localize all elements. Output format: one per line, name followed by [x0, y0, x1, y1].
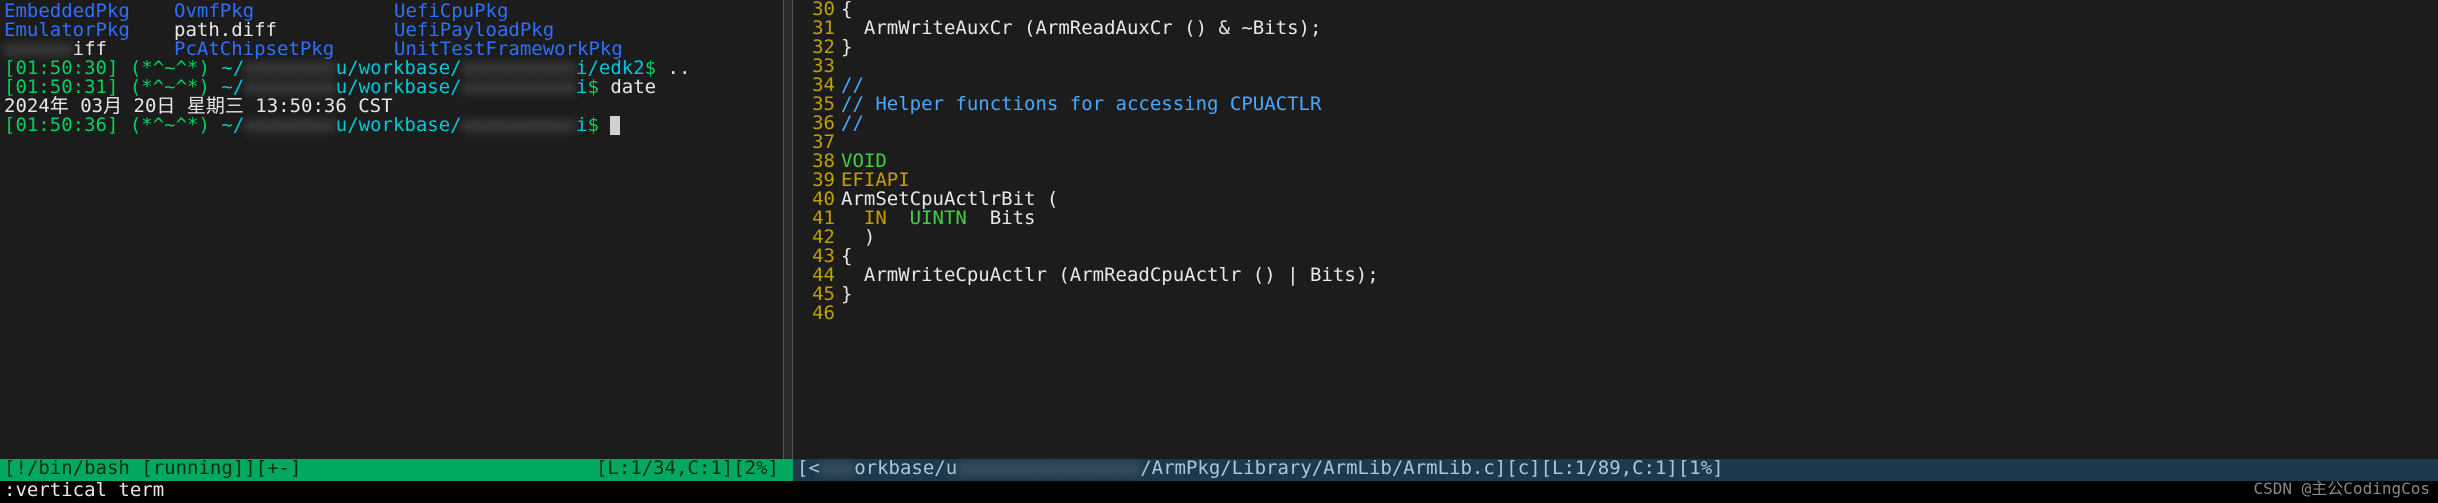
command-line[interactable]: :vertical term CSDN @主公CodingCos — [0, 481, 2438, 503]
code-line: ArmWriteAuxCr (ArmReadAuxCr () & ~Bits); — [841, 19, 2438, 38]
line-number-gutter: 30 31 32 33 34 35 36 37 38 39 40 41 42 4… — [793, 0, 841, 459]
terminal-cursor — [610, 116, 620, 135]
code-line — [841, 57, 2438, 76]
ls-row: EmulatorPkg path.diff UefiPayloadPkg — [4, 21, 779, 40]
code-line: IN UINTN Bits — [841, 209, 2438, 228]
watermark: CSDN @主公CodingCos — [2254, 481, 2438, 503]
code-line: } — [841, 285, 2438, 304]
code-line: ) — [841, 228, 2438, 247]
code-line: ArmSetCpuActlrBit ( — [841, 190, 2438, 209]
pane-divider[interactable] — [783, 0, 793, 459]
code-line: ArmWriteCpuActlr (ArmReadCpuActlr () | B… — [841, 266, 2438, 285]
code-pane[interactable]: 30 31 32 33 34 35 36 37 38 39 40 41 42 4… — [793, 0, 2438, 459]
status-shell: [!/bin/bash [running]][+-] — [4, 459, 301, 481]
code-line — [841, 304, 2438, 323]
status-left: [!/bin/bash [running]][+-] [L:1/34,C:1][… — [0, 459, 783, 481]
status-file-path: [<xxxorkbase/uxxxxxxxxxxxxxxxx/ArmPkg/Li… — [797, 459, 1724, 481]
command-text: :vertical term — [4, 481, 164, 503]
code-line — [841, 133, 2438, 152]
status-right: [<xxxorkbase/uxxxxxxxxxxxxxxxx/ArmPkg/Li… — [793, 459, 2438, 481]
prompt-line-active[interactable]: [01:50:36] (*^~^*) ~/xxxxxxxxu/workbase/… — [4, 116, 779, 135]
code-line: // — [841, 114, 2438, 133]
code-line: } — [841, 38, 2438, 57]
code-content[interactable]: { ArmWriteAuxCr (ArmReadAuxCr () & ~Bits… — [841, 0, 2438, 459]
terminal-pane[interactable]: EmbeddedPkg OvmfPkg UefiCpuPkg EmulatorP… — [0, 0, 783, 459]
code-line: EFIAPI — [841, 171, 2438, 190]
status-divider — [783, 459, 793, 481]
status-pos-left: [L:1/34,C:1][2%] — [596, 459, 779, 481]
code-line: // Helper functions for accessing CPUACT… — [841, 95, 2438, 114]
status-bar: [!/bin/bash [running]][+-] [L:1/34,C:1][… — [0, 459, 2438, 481]
code-line: VOID — [841, 152, 2438, 171]
